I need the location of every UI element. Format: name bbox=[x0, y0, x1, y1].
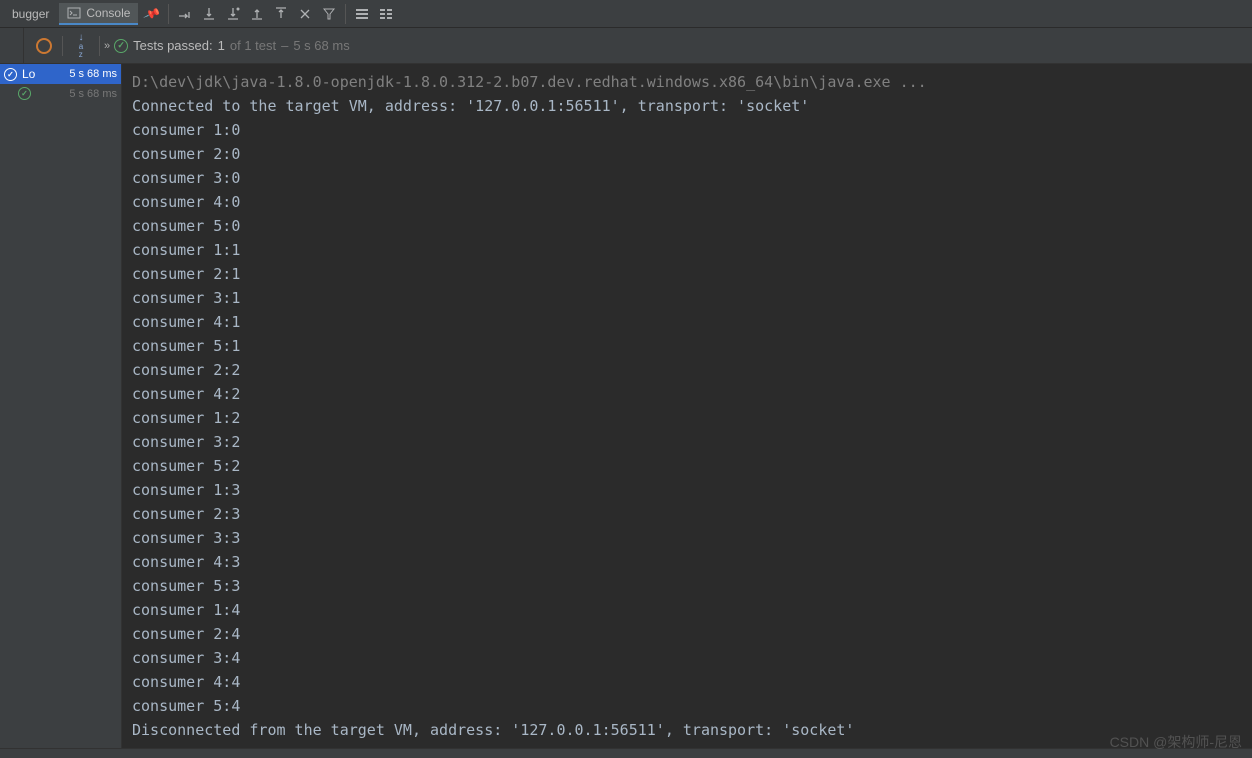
console-line: consumer 4:2 bbox=[132, 382, 1242, 406]
console-line: consumer 2:2 bbox=[132, 358, 1242, 382]
divider bbox=[345, 4, 346, 24]
console-line: Connected to the target VM, address: '12… bbox=[132, 94, 1242, 118]
console-line: consumer 5:1 bbox=[132, 334, 1242, 358]
passed-count: 1 bbox=[218, 38, 225, 53]
console-line: consumer 2:3 bbox=[132, 502, 1242, 526]
console-line: consumer 4:1 bbox=[132, 310, 1242, 334]
step-into-icon[interactable] bbox=[198, 3, 220, 25]
run-to-cursor-icon[interactable] bbox=[270, 3, 292, 25]
watermark: CSDN @架构师-尼恩 bbox=[1110, 732, 1242, 752]
console-line: consumer 3:0 bbox=[132, 166, 1242, 190]
console-line: consumer 4:3 bbox=[132, 550, 1242, 574]
test-item-time: 5 s 68 ms bbox=[69, 88, 117, 100]
console-line: consumer 1:2 bbox=[132, 406, 1242, 430]
of-text: of 1 test bbox=[230, 38, 276, 53]
step-over-icon[interactable] bbox=[174, 3, 196, 25]
console-line: consumer 5:0 bbox=[132, 214, 1242, 238]
main-area: ✓ Lo 5 s 68 ms ✓ 5 s 68 ms D:\dev\jdk\ja… bbox=[0, 64, 1252, 748]
test-tree-item[interactable]: ✓ 5 s 68 ms bbox=[0, 84, 121, 103]
console-line: consumer 3:3 bbox=[132, 526, 1242, 550]
console-output[interactable]: D:\dev\jdk\java-1.8.0-openjdk-1.8.0.312-… bbox=[122, 64, 1252, 748]
console-line: consumer 1:0 bbox=[132, 118, 1242, 142]
divider bbox=[62, 36, 63, 56]
pin-icon[interactable]: 📌 bbox=[138, 0, 166, 28]
console-line: consumer 2:0 bbox=[132, 142, 1242, 166]
test-tree-item-root[interactable]: ✓ Lo 5 s 68 ms bbox=[0, 64, 121, 84]
console-line: consumer 3:1 bbox=[132, 286, 1242, 310]
test-status-bar: ↓az » ✓ Tests passed: 1 of 1 test – 5 s … bbox=[0, 28, 1252, 64]
evaluate-icon[interactable] bbox=[318, 3, 340, 25]
drop-frame-icon[interactable] bbox=[294, 3, 316, 25]
status-prefix: Tests passed: bbox=[133, 38, 213, 53]
test-tree-sidebar: ✓ Lo 5 s 68 ms ✓ 5 s 68 ms bbox=[0, 64, 122, 748]
tab-console-label: Console bbox=[86, 6, 130, 20]
dash: – bbox=[281, 38, 288, 53]
divider bbox=[168, 4, 169, 24]
console-line: consumer 1:4 bbox=[132, 598, 1242, 622]
force-step-into-icon[interactable] bbox=[222, 3, 244, 25]
settings-icon[interactable] bbox=[375, 3, 397, 25]
console-line: consumer 5:2 bbox=[132, 454, 1242, 478]
console-line: consumer 5:4 bbox=[132, 694, 1242, 718]
console-line: consumer 3:4 bbox=[132, 646, 1242, 670]
tab-debugger[interactable]: bugger bbox=[4, 4, 57, 24]
test-status-text: ✓ Tests passed: 1 of 1 test – 5 s 68 ms bbox=[114, 38, 350, 53]
check-icon: ✓ bbox=[18, 87, 31, 100]
console-cmd-line: D:\dev\jdk\java-1.8.0-openjdk-1.8.0.312-… bbox=[132, 70, 1242, 94]
console-line: consumer 1:3 bbox=[132, 478, 1242, 502]
tab-debugger-label: bugger bbox=[12, 7, 49, 21]
console-line: consumer 3:2 bbox=[132, 430, 1242, 454]
check-icon: ✓ bbox=[4, 68, 17, 81]
console-icon bbox=[67, 6, 81, 20]
duration: 5 s 68 ms bbox=[293, 38, 349, 53]
console-line: Disconnected from the target VM, address… bbox=[132, 718, 1242, 742]
expand-icon[interactable]: » bbox=[104, 40, 108, 52]
tab-console[interactable]: Console bbox=[59, 3, 138, 25]
step-out-icon[interactable] bbox=[246, 3, 268, 25]
left-gutter bbox=[6, 28, 24, 63]
console-line: consumer 4:4 bbox=[132, 670, 1242, 694]
history-icon[interactable] bbox=[32, 34, 56, 58]
console-line: consumer 5:3 bbox=[132, 574, 1242, 598]
console-line: consumer 4:0 bbox=[132, 190, 1242, 214]
check-icon: ✓ bbox=[114, 39, 128, 53]
top-toolbar: bugger Console 📌 bbox=[0, 0, 1252, 28]
sort-icon[interactable]: ↓az bbox=[69, 34, 93, 58]
console-line: consumer 2:4 bbox=[132, 622, 1242, 646]
test-item-label: Lo bbox=[22, 67, 35, 81]
divider bbox=[99, 36, 100, 56]
trace-icon[interactable] bbox=[351, 3, 373, 25]
console-line: consumer 2:1 bbox=[132, 262, 1242, 286]
console-line: consumer 1:1 bbox=[132, 238, 1242, 262]
bottom-strip bbox=[0, 748, 1252, 758]
test-item-time: 5 s 68 ms bbox=[69, 68, 117, 80]
